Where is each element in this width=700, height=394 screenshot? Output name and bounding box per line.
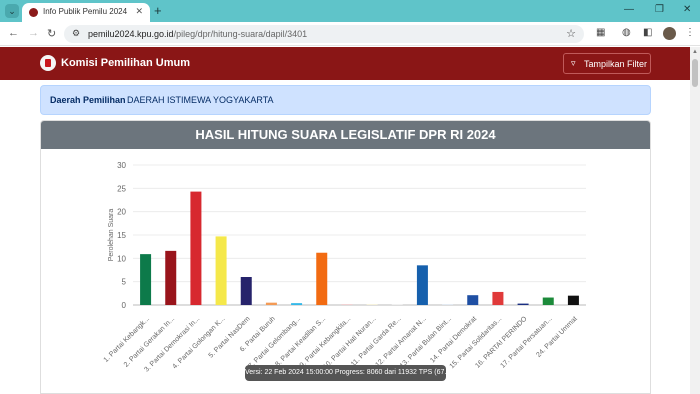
y-tick-label: 30 (117, 161, 126, 170)
restore-icon[interactable]: ❐ (655, 4, 664, 15)
scroll-up-arrow-icon[interactable]: ▲ (692, 49, 698, 55)
profile-avatar[interactable] (663, 27, 676, 40)
bar (165, 250, 177, 305)
y-tick-label: 20 (117, 208, 126, 217)
x-tick-label: 2. Partai Gerakan In... (123, 315, 176, 368)
kpu-navbar: Komisi Pemilihan Umum ▿ Tampilkan Filter (0, 47, 690, 80)
bar (567, 295, 579, 305)
bar (265, 302, 277, 305)
filter-funnel-icon: ▿ (571, 58, 576, 68)
progress-tooltip: Versi: 22 Feb 2024 15:00:00 Progress: 80… (245, 365, 463, 381)
extensions-puzzle-icon[interactable]: ▦ (596, 27, 605, 38)
vote-bar-chart: 0 5 10 15 20 25 30 Perolehan Suara 1. Partai Keb… (103, 161, 586, 374)
url-host: pemilu2024.kpu.go.id (88, 29, 174, 39)
filter-button-label: Tampilkan Filter (584, 59, 648, 69)
new-tab-plus-icon[interactable]: + (154, 3, 162, 18)
forward-arrow-icon[interactable]: → (28, 27, 39, 39)
bar (341, 304, 353, 305)
kpu-logo[interactable] (40, 55, 56, 71)
x-tick-label: 1. Partai Kebangk... (103, 315, 151, 363)
bar (190, 191, 202, 305)
tab-title: Info Publik Pemilu 2024 (43, 7, 128, 16)
browser-tab[interactable]: Info Publik Pemilu 2024 ✕ (22, 3, 150, 22)
tab-search-icon[interactable]: ⌄ (5, 4, 19, 18)
window-close-icon[interactable]: ✕ (683, 4, 691, 15)
menu-dots-icon[interactable]: ⋮ (685, 27, 695, 38)
y-tick-label: 15 (117, 231, 126, 240)
back-arrow-icon[interactable]: ← (8, 27, 19, 39)
reload-icon[interactable]: ↻ (47, 27, 56, 40)
district-value: DAERAH ISTIMEWA YOGYAKARTA (127, 95, 274, 105)
bar (215, 236, 227, 305)
y-tick-label: 10 (117, 254, 126, 263)
url-path: /pileg/dpr/hitung-suara/dapil/3401 (173, 29, 308, 39)
page-scrollbar[interactable]: ▲ (690, 47, 700, 394)
x-tick-label: 8. Partai Keadilan S... (274, 315, 327, 368)
bar (240, 277, 252, 305)
bar (291, 303, 303, 305)
y-tick-label: 25 (117, 184, 126, 193)
bar (517, 303, 529, 305)
show-filter-button[interactable]: ▿ Tampilkan Filter (563, 53, 651, 74)
extension-icon[interactable]: ◍ (622, 27, 631, 38)
x-tick-label: 11. Partai Garda Re... (350, 315, 403, 368)
y-tick-label: 0 (122, 301, 127, 310)
close-icon[interactable]: ✕ (135, 6, 143, 17)
x-tick-label: 9. Partai Kebangkita... (299, 315, 353, 369)
bookmark-star-icon[interactable]: ☆ (566, 27, 576, 40)
address-bar[interactable]: ⚙ pemilu2024.kpu.go.id/pileg/dpr/hitung-… (64, 25, 584, 43)
bar (492, 291, 504, 305)
kpu-favicon-icon (29, 8, 38, 17)
browser-tab-strip: ⌄ Info Publik Pemilu 2024 ✕ + — ❐ ✕ (0, 0, 700, 22)
bar (416, 265, 428, 305)
browser-toolbar: ← → ↻ ⚙ pemilu2024.kpu.go.id/pileg/dpr/h… (0, 22, 700, 46)
electoral-district-panel: Daerah Pemilihan DAERAH ISTIMEWA YOGYAKA… (40, 85, 651, 115)
vote-count-card: HASIL HITUNG SUARA LEGISLATIF DPR RI 202… (40, 120, 651, 394)
bar (316, 252, 328, 305)
bar (542, 297, 554, 305)
bar (467, 295, 479, 305)
scroll-thumb[interactable] (692, 59, 698, 87)
bar (140, 254, 152, 305)
brand-title[interactable]: Komisi Pemilihan Umum (61, 57, 190, 69)
minimize-icon[interactable]: — (624, 4, 634, 15)
y-axis-label: Perolehan Suara (108, 209, 115, 262)
y-tick-label: 5 (122, 278, 127, 287)
x-tick-label: 14. Partai Demokrat (429, 315, 478, 364)
site-info-icon[interactable]: ⚙ (72, 28, 80, 39)
url-text: pemilu2024.kpu.go.id/pileg/dpr/hitung-su… (88, 29, 307, 39)
x-tick-label: 12. Partai Amanat N... (374, 315, 427, 368)
sidebar-icon[interactable]: ◧ (643, 27, 652, 38)
district-label: Daerah Pemilihan (50, 95, 126, 105)
